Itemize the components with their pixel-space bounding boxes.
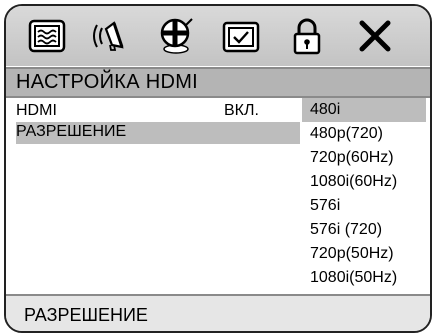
video-setup-icon <box>160 18 193 54</box>
resolution-option[interactable]: 1080i(60Hz) <box>302 170 426 194</box>
preference-icon <box>222 21 260 53</box>
audio-setup-tab[interactable] <box>88 14 134 58</box>
password-tab[interactable] <box>284 14 330 58</box>
setting-label-resolution: РАЗРЕШЕНИЕ <box>16 123 127 140</box>
resolution-option[interactable]: 576i <box>302 194 426 218</box>
footer-hint: РАЗРЕШЕНИЕ <box>24 305 148 325</box>
setup-menu-window: НАСТРОЙКА HDMI HDMI ВКЛ. РАЗРЕШЕНИЕ 480i… <box>4 4 432 333</box>
audio-setup-icon <box>93 21 124 51</box>
password-lock-icon <box>293 18 321 55</box>
general-setup-icon <box>28 19 66 53</box>
setting-label-hdmi: HDMI <box>16 102 57 119</box>
video-setup-tab[interactable] <box>152 14 198 58</box>
setting-value-hdmi: ВКЛ. <box>224 102 259 119</box>
page-title-bar: НАСТРОЙКА HDMI <box>6 67 430 98</box>
resolution-option[interactable]: 480i <box>302 98 426 122</box>
resolution-option[interactable]: 576i (720) <box>302 218 426 242</box>
setting-row-hdmi[interactable]: HDMI ВКЛ. <box>16 102 296 122</box>
resolution-option[interactable]: 720p(60Hz) <box>302 146 426 170</box>
exit-button[interactable] <box>352 14 398 58</box>
setting-row-resolution[interactable]: РАЗРЕШЕНИЕ <box>16 122 300 144</box>
status-footer: РАЗРЕШЕНИЕ <box>6 294 430 331</box>
toolbar <box>6 6 430 66</box>
preference-tab[interactable] <box>218 14 264 58</box>
general-setup-tab[interactable] <box>24 14 70 58</box>
resolution-option[interactable]: 480p(720) <box>302 122 426 146</box>
resolution-option[interactable]: 720p(50Hz) <box>302 242 426 266</box>
exit-icon <box>359 20 391 52</box>
page-title: НАСТРОЙКА HDMI <box>16 71 199 93</box>
resolution-option[interactable]: 1080i(50Hz) <box>302 266 426 290</box>
